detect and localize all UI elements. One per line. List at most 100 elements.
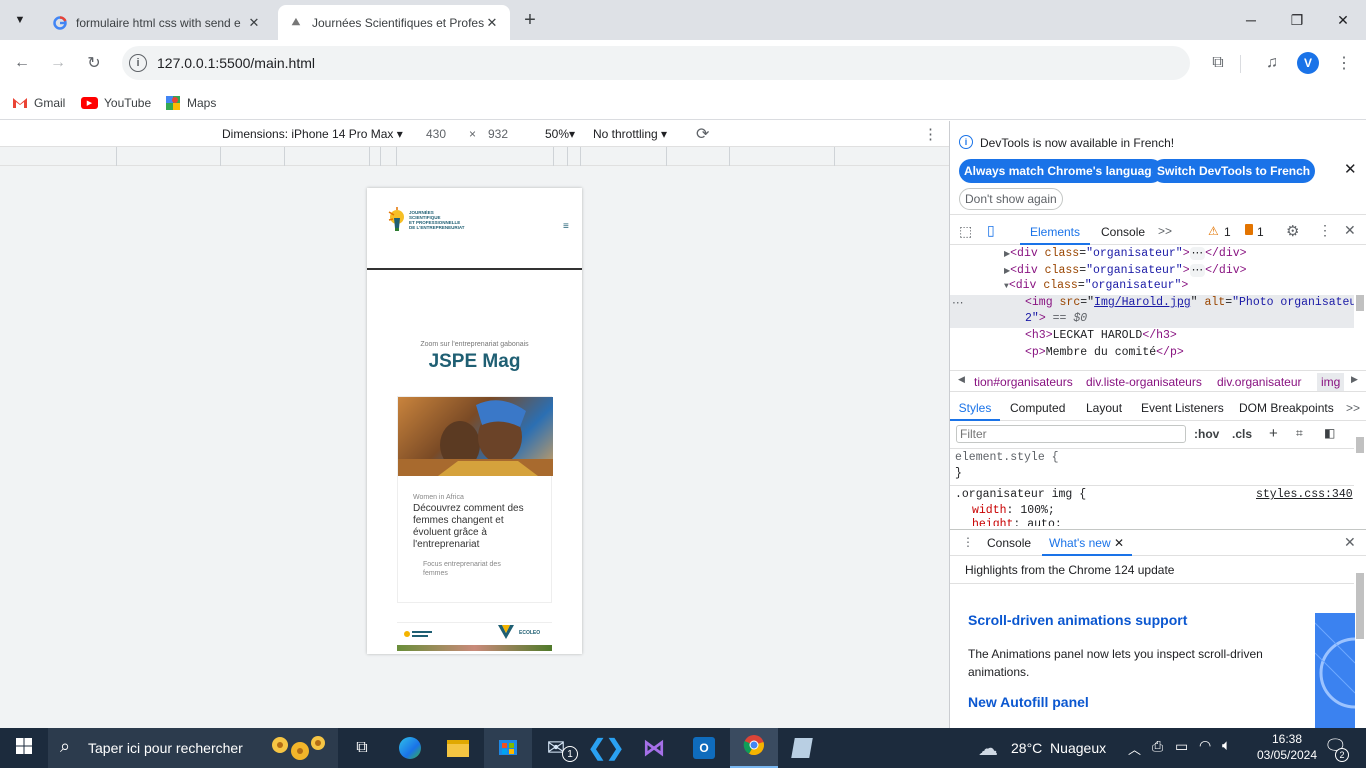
more-style-tabs[interactable]: >> bbox=[1346, 401, 1360, 415]
tab-formulaire[interactable]: formulaire html css with send e ✕ bbox=[42, 5, 272, 40]
forward-button[interactable]: → bbox=[44, 49, 72, 77]
img-src-link[interactable]: Img/Harold.jpg bbox=[1094, 296, 1191, 309]
visual-studio-app[interactable]: ⋈ bbox=[630, 728, 678, 768]
chevron-up-icon[interactable]: ︿ bbox=[1128, 739, 1141, 758]
dont-show-again-button[interactable]: Don't show again bbox=[959, 188, 1063, 210]
chrome-menu-button[interactable]: ⋮ bbox=[1330, 49, 1358, 77]
close-tab-icon[interactable]: ✕ bbox=[484, 15, 500, 31]
start-button[interactable] bbox=[0, 728, 48, 768]
tab-layout[interactable]: Layout bbox=[1086, 401, 1122, 415]
drawer-menu-icon[interactable]: ⋮ bbox=[962, 535, 974, 549]
inspect-element-icon[interactable]: ⬚ bbox=[959, 223, 972, 240]
more-tabs-chevron[interactable]: >> bbox=[1158, 224, 1172, 238]
dom-node-organisateur-1[interactable]: ▶<div class="organisateur"> ⋯ </div> bbox=[1004, 245, 1247, 260]
rotate-icon[interactable]: ⟳ bbox=[696, 124, 709, 144]
meet-now-icon[interactable]: ⎙ bbox=[1152, 738, 1163, 755]
dom-h3-line[interactable]: <h3>LECKAT HAROLD</h3> bbox=[1025, 329, 1177, 342]
site-logo[interactable]: JOURNÉES SCIENTIFIQUE ET PROFESSIONNELLE… bbox=[385, 202, 465, 238]
back-button[interactable]: ← bbox=[8, 49, 36, 77]
switch-french-button[interactable]: Switch DevTools to French bbox=[1152, 159, 1316, 183]
hov-toggle[interactable]: :hov bbox=[1194, 427, 1219, 441]
chrome-app[interactable] bbox=[730, 728, 778, 768]
tab-elements[interactable]: Elements bbox=[1020, 219, 1090, 245]
volume-icon[interactable]: 🔈︎ bbox=[1222, 737, 1231, 754]
breadcrumb-item[interactable]: tion#organisateurs bbox=[974, 375, 1073, 389]
width-input[interactable]: 430 bbox=[426, 127, 446, 141]
address-bar[interactable]: i 127.0.0.1:5500/main.html bbox=[122, 46, 1190, 80]
breadcrumb-item[interactable]: div.liste-organisateurs bbox=[1086, 375, 1202, 389]
throttling-select[interactable]: No throttling ▾ bbox=[593, 127, 667, 141]
close-tab-icon[interactable]: ✕ bbox=[1114, 536, 1124, 550]
whats-new-title-2[interactable]: New Autofill panel bbox=[968, 694, 1089, 710]
tab-console[interactable]: Console bbox=[1101, 225, 1145, 239]
zoom-select[interactable]: 50%▾ bbox=[545, 127, 575, 141]
weather-icon[interactable]: ☁ bbox=[978, 736, 998, 761]
device-toggle-icon[interactable]: ▯ bbox=[987, 222, 995, 239]
restore-button[interactable]: ❐ bbox=[1274, 0, 1320, 40]
tab-styles[interactable]: Styles bbox=[950, 396, 1000, 421]
whats-new-title-1[interactable]: Scroll-driven animations support bbox=[968, 612, 1187, 628]
clock-time[interactable]: 16:38 bbox=[1262, 732, 1312, 746]
styles-filter-input[interactable] bbox=[956, 425, 1186, 443]
profile-avatar[interactable]: V bbox=[1297, 52, 1319, 74]
device-dimensions-select[interactable]: Dimensions: iPhone 14 Pro Max ▾ bbox=[222, 127, 403, 141]
sidebar-toggle-icon[interactable]: ◧ bbox=[1324, 426, 1335, 440]
weather-text[interactable]: 28°C Nuageux bbox=[1011, 740, 1106, 756]
paint-brush-icon[interactable]: ⌗ bbox=[1296, 426, 1303, 441]
vscode-app[interactable]: ❮❯ bbox=[582, 728, 630, 768]
clock-date[interactable]: 03/05/2024 bbox=[1256, 748, 1318, 762]
taskbar-search[interactable]: ⌕ Taper ici pour rechercher bbox=[48, 728, 338, 768]
style-property[interactable]: width: 100%; bbox=[972, 504, 1055, 517]
edge-app[interactable] bbox=[386, 728, 434, 768]
dom-node-organisateur-2[interactable]: ▶<div class="organisateur"> ⋯ </div> bbox=[1004, 262, 1247, 277]
drawer-tab-console[interactable]: Console bbox=[987, 536, 1031, 550]
match-language-button[interactable]: Always match Chrome's language bbox=[959, 159, 1164, 183]
close-icon[interactable]: ✕ bbox=[1344, 160, 1357, 178]
bookmark-gmail[interactable]: Gmail bbox=[12, 92, 65, 114]
dom-scrollbar[interactable] bbox=[1356, 295, 1364, 311]
devtools-menu-icon[interactable]: ⋮ bbox=[1318, 222, 1332, 239]
element-style-rule[interactable]: element.style { bbox=[955, 451, 1059, 464]
media-control-button[interactable]: ♫ bbox=[1258, 49, 1286, 77]
styles-scrollbar[interactable] bbox=[1356, 437, 1364, 453]
article-card[interactable]: Women in Africa Découvrez comment des fe… bbox=[397, 396, 553, 603]
article-headline[interactable]: Découvrez comment des femmes changent et… bbox=[413, 503, 541, 551]
close-window-button[interactable]: ✕ bbox=[1320, 0, 1366, 40]
wifi-icon[interactable]: ◠ bbox=[1199, 737, 1211, 754]
drawer-scrollbar[interactable] bbox=[1356, 573, 1364, 639]
close-devtools-icon[interactable]: ✕ bbox=[1344, 222, 1356, 239]
site-info-icon[interactable]: i bbox=[129, 54, 147, 72]
tab-dom-breakpoints[interactable]: DOM Breakpoints bbox=[1239, 401, 1334, 415]
height-input[interactable]: 932 bbox=[488, 127, 508, 141]
close-tab-icon[interactable]: ✕ bbox=[246, 15, 262, 31]
battery-icon[interactable]: ▭ bbox=[1175, 738, 1188, 755]
tab-search-button[interactable]: ▼ bbox=[8, 8, 32, 32]
outlook-app[interactable]: O bbox=[680, 728, 728, 768]
dom-node-organisateur-3[interactable]: ▼<div class="organisateur"> bbox=[1004, 279, 1188, 292]
rule-source-link[interactable]: styles.css:340 bbox=[1256, 488, 1353, 501]
new-tab-button[interactable]: + bbox=[518, 8, 542, 32]
url-text[interactable]: 127.0.0.1:5500/main.html bbox=[157, 55, 315, 71]
tab-computed[interactable]: Computed bbox=[1010, 401, 1065, 415]
close-drawer-icon[interactable]: ✕ bbox=[1344, 534, 1356, 551]
breadcrumb-item[interactable]: div.organisateur bbox=[1217, 375, 1302, 389]
drawer-tab-whats-new[interactable]: What's new ✕ bbox=[1042, 530, 1132, 556]
bookmark-youtube[interactable]: ▶ YouTube bbox=[81, 92, 151, 114]
new-rule-plus-icon[interactable]: + bbox=[1269, 425, 1278, 442]
hamburger-menu-icon[interactable]: ≡ bbox=[563, 221, 569, 232]
tab-event-listeners[interactable]: Event Listeners bbox=[1141, 401, 1224, 415]
style-property[interactable]: height: auto; bbox=[972, 518, 1062, 526]
extensions-button[interactable]: ⧉ bbox=[1204, 49, 1232, 77]
minimize-button[interactable]: ─ bbox=[1228, 0, 1274, 40]
store-app[interactable] bbox=[484, 728, 532, 768]
calculator-app[interactable] bbox=[778, 728, 826, 768]
settings-gear-icon[interactable]: ⚙ bbox=[1286, 222, 1299, 240]
rule-selector[interactable]: .organisateur img { bbox=[955, 488, 1086, 501]
file-explorer-app[interactable] bbox=[434, 728, 482, 768]
mail-app[interactable]: ✉ 1 bbox=[532, 728, 580, 768]
breadcrumb-left-arrow-icon[interactable]: ◀ bbox=[958, 374, 965, 385]
warning-icon[interactable]: ⚠ bbox=[1208, 224, 1219, 238]
bookmark-maps[interactable]: Maps bbox=[166, 92, 216, 114]
more-options-icon[interactable]: ⋮ bbox=[923, 125, 938, 143]
breadcrumb-right-arrow-icon[interactable]: ▶ bbox=[1351, 374, 1358, 385]
